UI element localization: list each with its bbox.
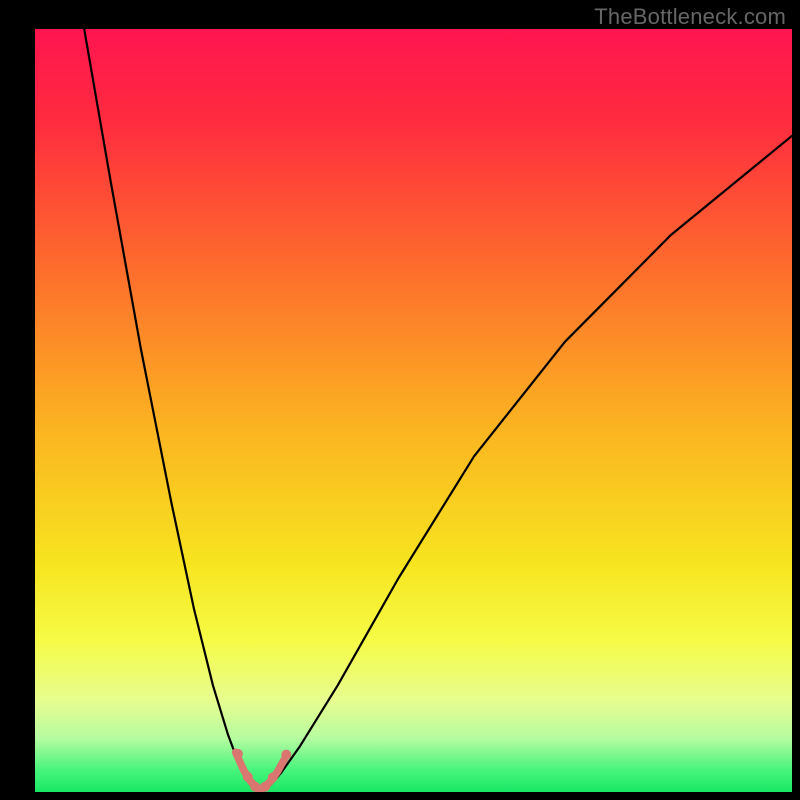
valley-marker (243, 772, 253, 782)
valley-marker (233, 749, 243, 759)
watermark-label: TheBottleneck.com (594, 4, 786, 30)
valley-marker (281, 750, 291, 760)
valley-marker (268, 773, 278, 783)
bottleneck-plot (0, 0, 800, 800)
valley-marker (260, 782, 270, 792)
chart-frame: TheBottleneck.com (0, 0, 800, 800)
plot-background (35, 29, 792, 792)
